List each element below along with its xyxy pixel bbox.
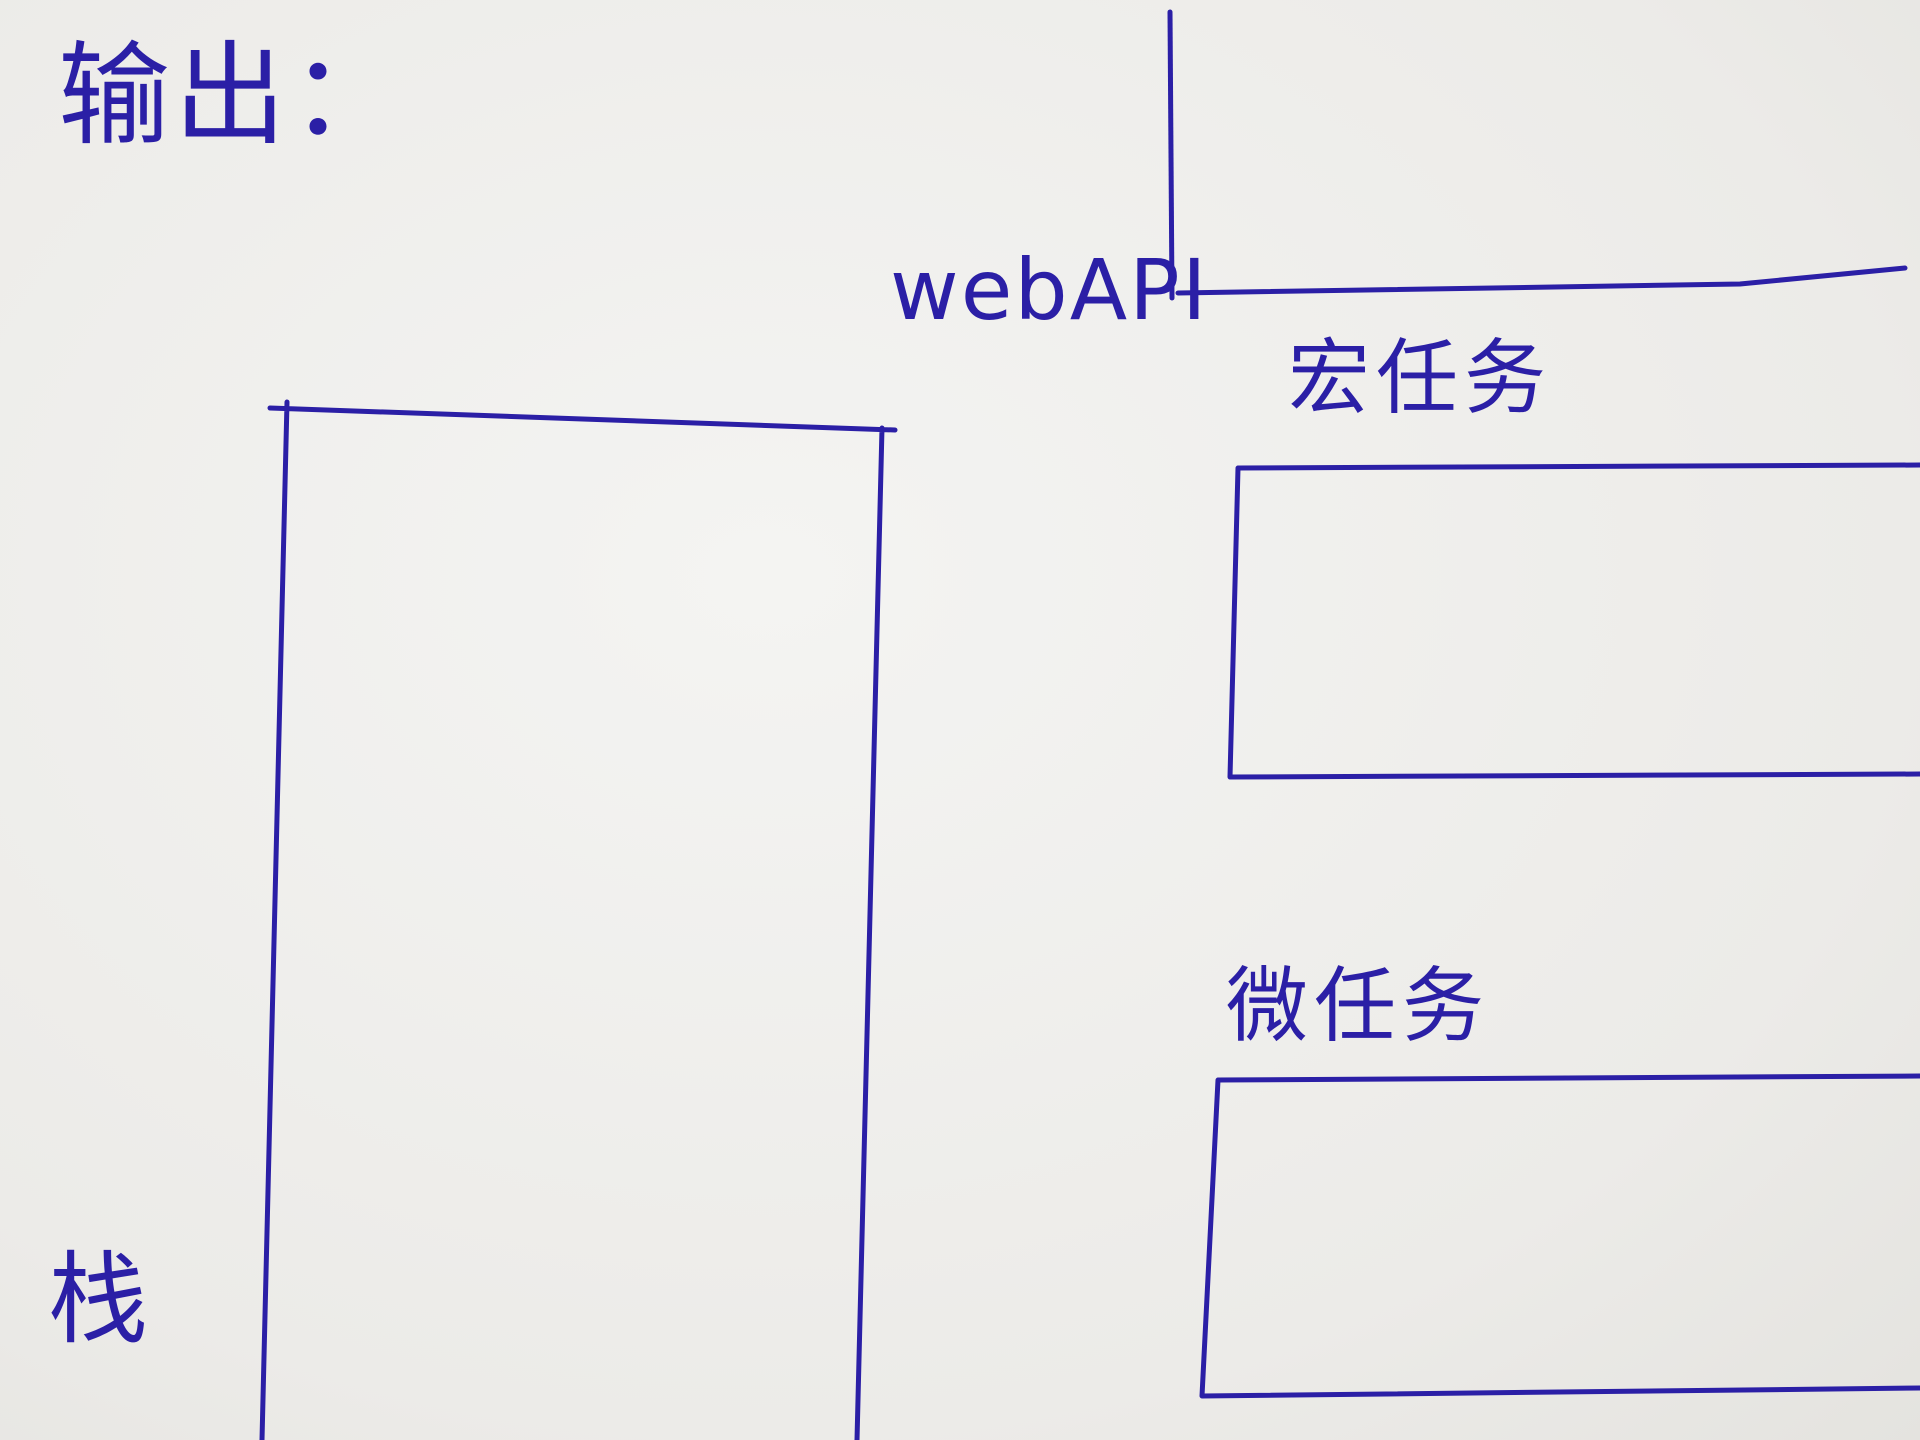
stack-box [259, 399, 898, 1440]
stack-label: 栈 [48, 1241, 148, 1358]
macro-task-label: 宏任务 [1288, 331, 1553, 426]
diagram-lines [259, 9, 1920, 1440]
micro-task-queue [1199, 1073, 1920, 1399]
webapi-label: webAPI [890, 241, 1209, 339]
macro-task-queue [1227, 462, 1920, 780]
output-title: 输出： [58, 31, 406, 161]
micro-task-label: 微任务 [1226, 959, 1491, 1054]
webapi-divider-horizontal [1175, 265, 1908, 296]
